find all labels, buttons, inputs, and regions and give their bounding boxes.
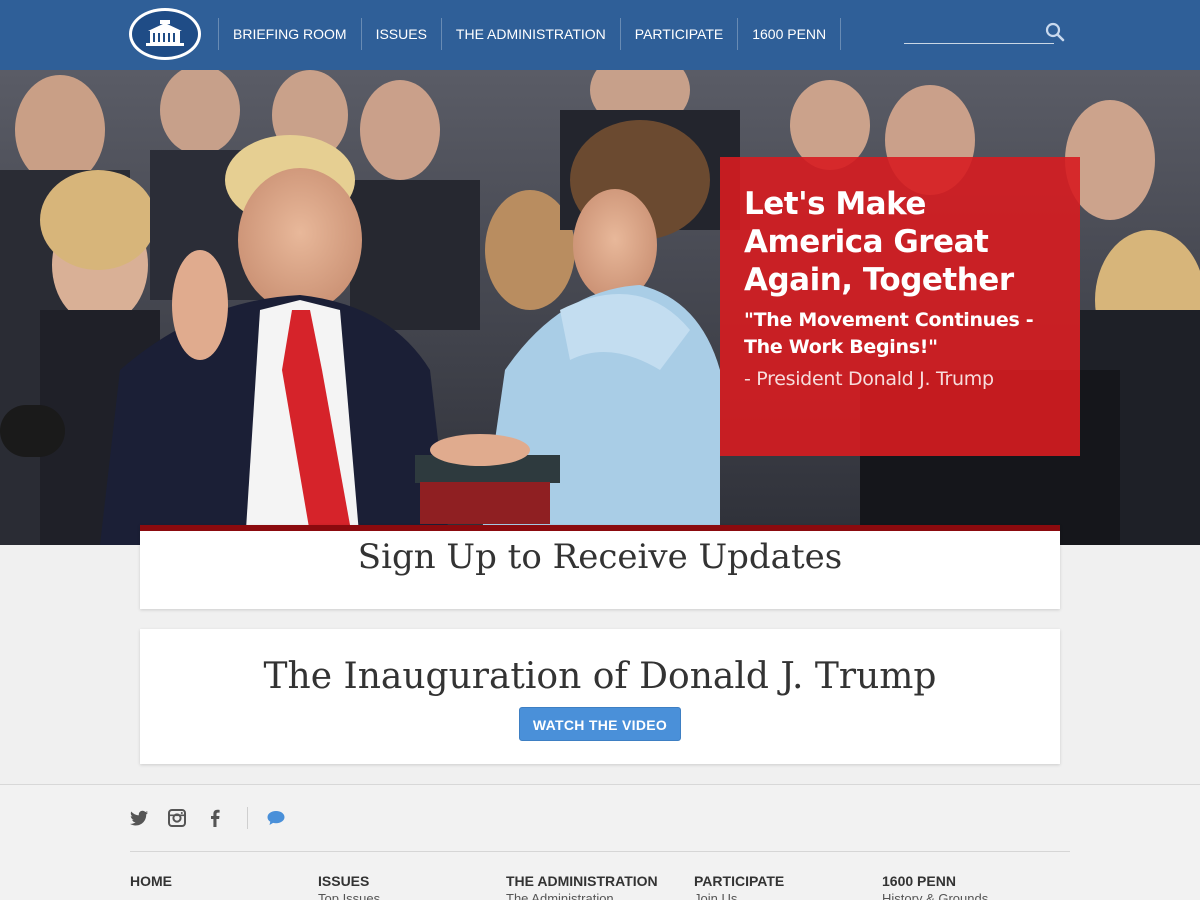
hero-attribution: - President Donald J. Trump: [744, 368, 994, 390]
signup-card[interactable]: Sign Up to Receive Updates: [140, 525, 1060, 609]
hero-banner: Let's Make America Great Again, Together…: [0, 70, 1200, 545]
twitter-icon[interactable]: [129, 808, 149, 828]
watch-video-button[interactable]: WATCH THE VIDEO: [519, 707, 681, 741]
video-card: The Inauguration of Donald J. Trump WATC…: [140, 629, 1060, 764]
facebook-icon[interactable]: [205, 808, 225, 828]
nav-the-administration[interactable]: THE ADMINISTRATION: [440, 18, 620, 50]
hero-callout: Let's Make America Great Again, Together…: [720, 157, 1080, 456]
social-links: [129, 805, 304, 831]
footer-col-1600-penn: 1600 PENN History & Grounds: [882, 873, 1062, 900]
footer-link-the-administration[interactable]: The Administration: [506, 891, 686, 900]
footer-divider: [130, 851, 1070, 852]
footer-col-participate: PARTICIPATE Join Us: [694, 873, 874, 900]
footer-heading-1600-penn[interactable]: 1600 PENN: [882, 873, 1062, 889]
footer-heading-home[interactable]: HOME: [130, 873, 310, 889]
video-title: The Inauguration of Donald J. Trump: [263, 656, 937, 697]
main-nav: BRIEFING ROOM ISSUES THE ADMINISTRATION …: [218, 18, 842, 50]
signup-title[interactable]: Sign Up to Receive Updates: [140, 509, 1060, 605]
nav-briefing-room[interactable]: BRIEFING ROOM: [218, 18, 361, 50]
footer-col-home: HOME: [130, 873, 310, 891]
hero-title: Let's Make America Great Again, Together: [744, 186, 1014, 298]
footer-heading-issues[interactable]: ISSUES: [318, 873, 498, 889]
footer-col-issues: ISSUES Top Issues: [318, 873, 498, 900]
white-house-logo[interactable]: [129, 8, 201, 60]
white-house-seal-icon: [132, 11, 198, 57]
site-header: BRIEFING ROOM ISSUES THE ADMINISTRATION …: [0, 0, 1200, 70]
footer-link-history-grounds[interactable]: History & Grounds: [882, 891, 1062, 900]
nav-participate[interactable]: PARTICIPATE: [619, 18, 737, 50]
social-divider: [247, 807, 248, 829]
search-icon[interactable]: [1045, 22, 1065, 42]
footer-link-join-us[interactable]: Join Us: [694, 891, 874, 900]
site-footer: HOME ISSUES Top Issues THE ADMINISTRATIO…: [0, 784, 1200, 900]
instagram-icon[interactable]: [167, 808, 187, 828]
footer-link-top-issues[interactable]: Top Issues: [318, 891, 498, 900]
nav-1600-penn[interactable]: 1600 PENN: [737, 18, 842, 50]
search-input[interactable]: [904, 22, 1054, 44]
nav-issues[interactable]: ISSUES: [360, 18, 441, 50]
chat-icon[interactable]: [266, 808, 286, 828]
hero-quote: "The Movement Continues - The Work Begin…: [744, 309, 1034, 358]
footer-heading-administration[interactable]: THE ADMINISTRATION: [506, 873, 686, 889]
footer-col-administration: THE ADMINISTRATION The Administration: [506, 873, 686, 900]
footer-heading-participate[interactable]: PARTICIPATE: [694, 873, 874, 889]
